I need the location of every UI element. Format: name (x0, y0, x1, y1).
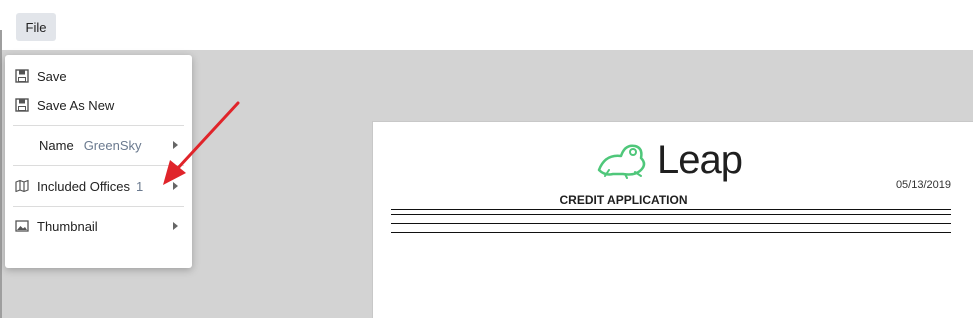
chevron-right-icon (173, 222, 178, 230)
menu-divider (13, 206, 184, 207)
frog-icon (597, 144, 646, 179)
file-dropdown-menu: Save Save As New Name GreenSky Included … (5, 55, 192, 268)
menu-item-label: Save (37, 68, 67, 84)
name-value: GreenSky (83, 137, 142, 153)
menu-item-save[interactable]: Save (5, 64, 192, 88)
header-rule (391, 232, 951, 233)
left-border (0, 30, 2, 318)
document-title: CREDIT APPLICATION (559, 193, 688, 207)
menu-item-label: Thumbnail (37, 218, 98, 234)
included-offices-count: 1 (135, 178, 144, 194)
menu-item-name[interactable]: Name GreenSky (5, 133, 192, 157)
menu-item-label: Save As New (37, 97, 115, 113)
document-date: 05/13/2019 (895, 179, 951, 191)
menu-divider (13, 165, 184, 166)
chevron-right-icon (173, 182, 178, 190)
leap-logo: Leap (595, 134, 743, 186)
save-icon (15, 98, 29, 112)
image-icon (15, 219, 29, 233)
map-icon (15, 179, 29, 193)
menu-divider (13, 125, 184, 126)
menu-item-thumbnail[interactable]: Thumbnail (5, 214, 192, 238)
header-rule (391, 223, 951, 224)
chevron-right-icon (173, 141, 178, 149)
menu-item-save-as-new[interactable]: Save As New (5, 93, 192, 117)
header-rule (391, 209, 951, 210)
menu-item-label: Included Offices (37, 178, 130, 194)
header-rule (391, 214, 951, 215)
logo-wordmark: Leap (657, 137, 743, 182)
document-page: Leap 05/13/2019 CREDIT APPLICATION (372, 121, 973, 318)
top-toolbar: File (0, 0, 973, 50)
save-icon (15, 69, 29, 83)
menu-item-included-offices[interactable]: Included Offices 1 (5, 174, 192, 198)
menu-item-label: Name (39, 137, 74, 153)
file-menu-button[interactable]: File (16, 13, 56, 41)
